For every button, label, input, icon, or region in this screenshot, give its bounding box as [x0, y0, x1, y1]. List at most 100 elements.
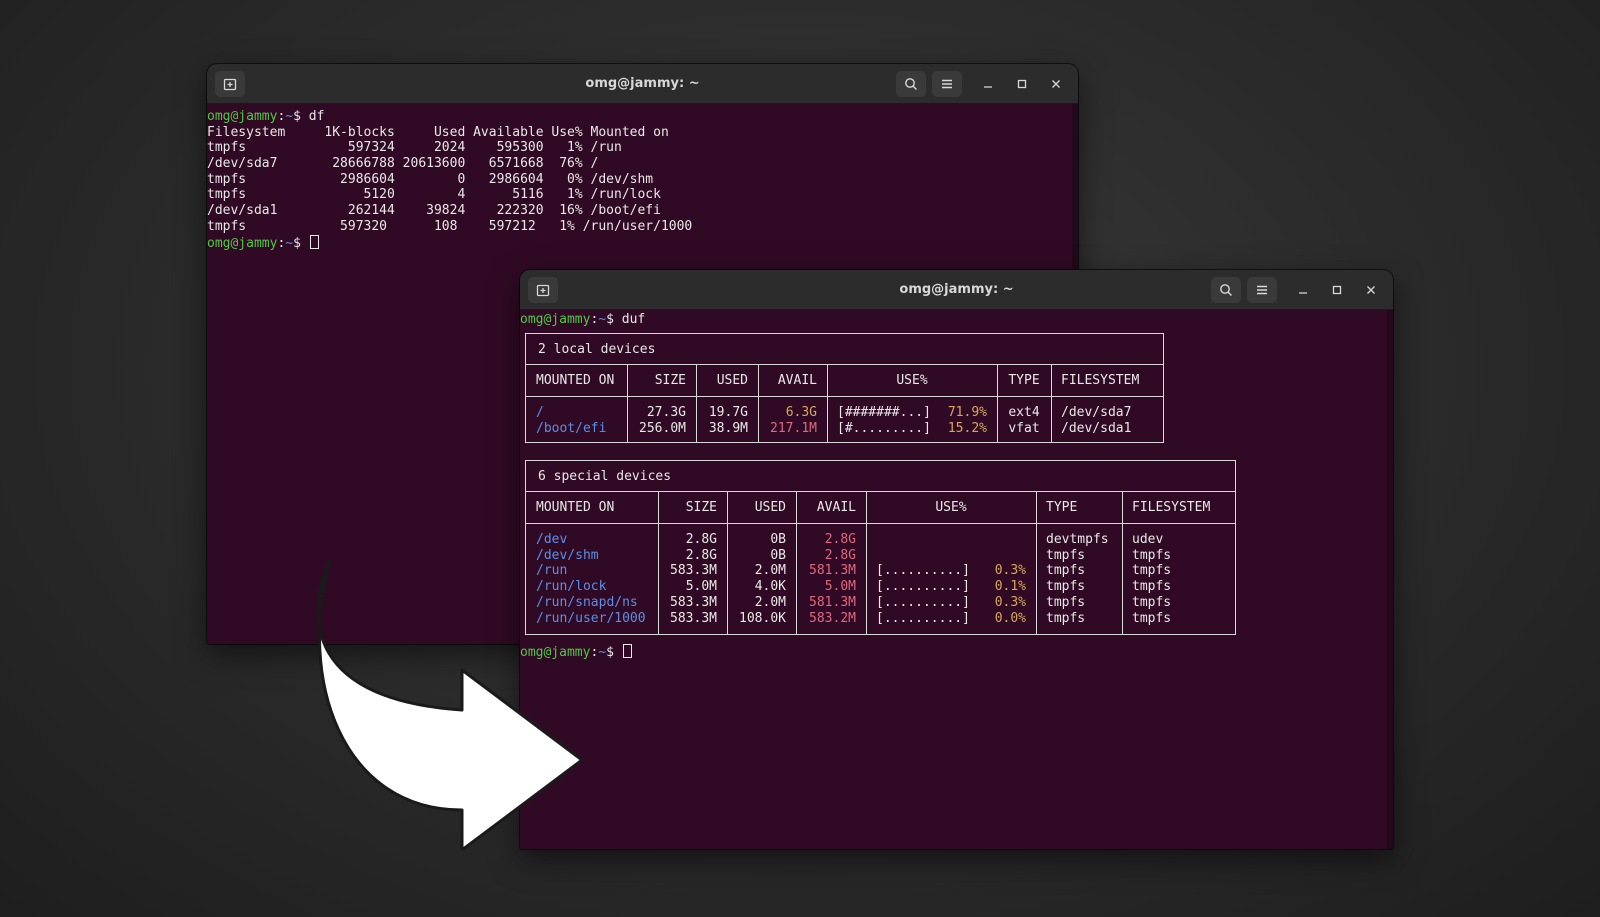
end-prompt-line: omg@jammy:~$ — [207, 234, 1072, 251]
cell-size: 5.0M — [685, 579, 717, 595]
prompt-path: ~ — [285, 235, 294, 251]
prompt-user: omg@jammy — [207, 109, 278, 124]
cell-avail: 6.3G — [785, 405, 817, 420]
cell-avail: 5.0M — [824, 579, 856, 595]
search-button[interactable] — [1211, 277, 1241, 303]
cell-fs: tmpfs — [1132, 547, 1172, 563]
terminal-window-duf[interactable]: omg@jammy: ~ omg@jammy:~$ duf 2 local de… — [520, 270, 1393, 849]
usage-percent: 71.9% — [947, 405, 987, 420]
maximize-icon — [1017, 79, 1027, 89]
df-row: tmpfs 597324 2024 595300 1% /run — [207, 140, 622, 156]
command-line: omg@jammy:~$ df — [207, 109, 1072, 125]
cell-used: 2.0M — [754, 563, 786, 579]
df-header: Filesystem 1K-blocks Used Available Use%… — [207, 124, 669, 140]
prompt-user: omg@jammy — [520, 312, 591, 327]
df-row: tmpfs 597320 108 597212 1% /run/user/100… — [207, 218, 693, 234]
cell-fs: /dev/sda7 — [1061, 405, 1132, 420]
cell-used: 4.0K — [754, 579, 786, 595]
cell-type: tmpfs — [1046, 594, 1086, 610]
cell-avail: 581.3M — [809, 563, 856, 579]
column-header: FILESYSTEM — [1061, 373, 1140, 388]
cell-mount[interactable]: /boot/efi — [526, 421, 627, 437]
command-text: duf — [613, 312, 646, 327]
cell-avail: 2.8G — [824, 547, 856, 563]
close-button[interactable] — [1046, 74, 1066, 94]
cell-type: vfat — [1008, 420, 1040, 436]
cell-used: 2.0M — [754, 594, 786, 610]
local-devices-table: 2 local devices MOUNTED ON SIZE USED AVAIL U… — [525, 333, 1164, 443]
close-button[interactable] — [1361, 280, 1381, 300]
column-header: SIZE — [654, 373, 686, 388]
menu-button[interactable] — [1247, 277, 1277, 303]
prompt-dollar: $ — [606, 645, 622, 660]
hamburger-menu-icon — [1257, 285, 1267, 295]
column-header: TYPE — [1008, 373, 1040, 388]
cell-size: 27.3G — [646, 405, 686, 420]
new-tab-button[interactable] — [215, 71, 245, 97]
cell-size: 583.3M — [670, 563, 717, 579]
menu-button[interactable] — [932, 71, 962, 97]
titlebar[interactable]: omg@jammy: ~ — [520, 270, 1393, 310]
column-header: AVAIL — [816, 500, 856, 515]
minimize-button[interactable] — [978, 74, 998, 94]
column-header: USE% — [935, 500, 967, 515]
cell-avail: 2.8G — [824, 532, 856, 547]
minimize-button[interactable] — [1293, 280, 1313, 300]
cell-size: 256.0M — [639, 420, 686, 436]
cell-mount[interactable]: / — [526, 405, 627, 421]
terminal-output[interactable]: omg@jammy:~$ duf 2 local devices MOUNTED… — [520, 310, 1387, 849]
cell-mount[interactable]: /dev — [526, 532, 658, 548]
cell-fs: tmpfs — [1132, 579, 1172, 595]
table-caption: 2 local devices — [526, 334, 1163, 365]
cell-size: 583.3M — [670, 594, 717, 610]
cell-used: 38.9M — [708, 420, 748, 436]
cell-type: devtmpfs — [1046, 532, 1109, 547]
minimize-icon — [984, 86, 992, 88]
column-header: AVAIL — [777, 373, 817, 388]
maximize-button[interactable] — [1012, 74, 1032, 94]
cell-type: tmpfs — [1046, 547, 1086, 563]
command-text: df — [300, 109, 325, 124]
titlebar[interactable]: omg@jammy: ~ — [207, 64, 1078, 104]
column-header: FILESYSTEM — [1132, 500, 1211, 515]
cell-size: 583.3M — [670, 610, 717, 626]
header-separator — [526, 396, 1163, 397]
column-header: USED — [716, 373, 748, 388]
cell-used: 108.0K — [739, 610, 786, 626]
column-header: SIZE — [685, 500, 717, 515]
scrollbar[interactable] — [1387, 310, 1393, 849]
cell-used: 0B — [770, 547, 786, 563]
cell-avail: 581.3M — [809, 594, 856, 610]
cell-fs: tmpfs — [1132, 610, 1172, 626]
cell-used: 19.7G — [708, 405, 748, 420]
column-header: MOUNTED ON — [536, 373, 615, 388]
df-row: tmpfs 5120 4 5116 1% /run/lock — [207, 187, 661, 203]
search-button[interactable] — [896, 71, 926, 97]
curved-arrow-icon — [316, 560, 584, 850]
header-separator — [526, 523, 1235, 524]
new-tab-icon — [536, 284, 550, 297]
command-line: omg@jammy:~$ duf — [520, 312, 645, 328]
special-devices-table: 6 special devices MOUNTED ON SIZE USED AVAI… — [525, 460, 1236, 635]
new-tab-button[interactable] — [528, 277, 558, 303]
usage-percent: 15.2% — [947, 420, 987, 436]
df-row: /dev/sda7 28666788 20613600 6571668 76% … — [207, 156, 599, 172]
usage-percent: 0.0% — [994, 610, 1026, 626]
cell-type: ext4 — [1008, 405, 1040, 420]
new-tab-icon — [223, 78, 237, 91]
close-icon — [1367, 286, 1375, 294]
search-icon — [1220, 284, 1232, 296]
cell-used: 0B — [770, 532, 786, 547]
text-cursor — [622, 644, 632, 658]
maximize-button[interactable] — [1327, 280, 1347, 300]
cell-type: tmpfs — [1046, 579, 1086, 595]
cell-fs: tmpfs — [1132, 563, 1172, 579]
cell-type: tmpfs — [1046, 563, 1086, 579]
column-header: USE% — [896, 373, 928, 388]
prompt-user: omg@jammy — [207, 235, 278, 251]
close-icon — [1052, 80, 1060, 88]
cell-avail: 217.1M — [770, 420, 817, 436]
cell-avail: 583.2M — [809, 610, 856, 626]
prompt-path: ~ — [598, 312, 607, 327]
prompt-dollar: $ — [293, 235, 309, 251]
